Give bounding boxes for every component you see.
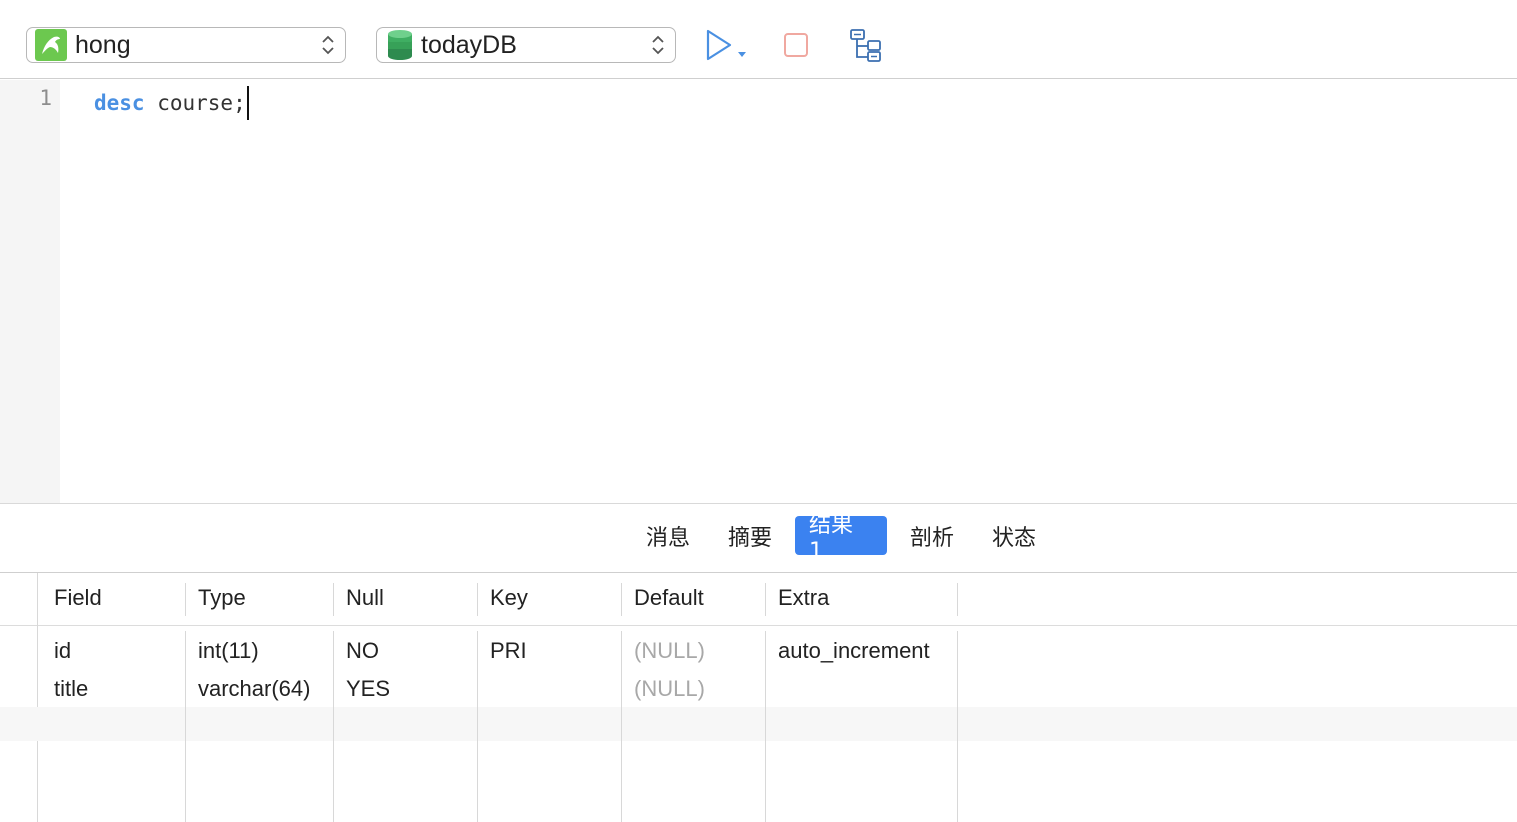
- column-header-type[interactable]: Type: [198, 585, 246, 611]
- cell-field[interactable]: title: [54, 676, 88, 702]
- column-line: [477, 631, 478, 822]
- column-header-field[interactable]: Field: [54, 585, 102, 611]
- cell-type[interactable]: int(11): [198, 638, 259, 664]
- column-divider[interactable]: [621, 583, 622, 616]
- select-arrows-icon: [652, 35, 664, 55]
- stop-icon: [784, 33, 808, 57]
- cell-type[interactable]: varchar(64): [198, 676, 310, 702]
- connection-select[interactable]: hong: [26, 27, 346, 63]
- column-header-key[interactable]: Key: [490, 585, 528, 611]
- column-header-null[interactable]: Null: [346, 585, 384, 611]
- cell-key[interactable]: PRI: [490, 638, 527, 664]
- code-line[interactable]: desc course;: [94, 86, 249, 120]
- tab-status[interactable]: 状态: [978, 516, 1050, 555]
- column-divider[interactable]: [333, 583, 334, 616]
- cell-null[interactable]: YES: [346, 676, 390, 702]
- cell-null[interactable]: NO: [346, 638, 379, 664]
- line-number: 1: [39, 86, 52, 110]
- column-line: [957, 631, 958, 822]
- sql-text: course;: [144, 91, 246, 115]
- column-divider[interactable]: [185, 583, 186, 616]
- cell-default[interactable]: (NULL): [634, 638, 705, 664]
- grid-header: Field Type Null Key Default Extra: [0, 573, 1517, 626]
- column-header-default[interactable]: Default: [634, 585, 704, 611]
- column-divider[interactable]: [957, 583, 958, 616]
- toolbar: hong todayDB: [0, 0, 1517, 79]
- database-select[interactable]: todayDB: [376, 27, 676, 63]
- explain-tree-icon: [850, 29, 881, 62]
- tab-summary[interactable]: 摘要: [714, 516, 786, 555]
- column-divider[interactable]: [477, 583, 478, 616]
- database-label: todayDB: [421, 30, 517, 59]
- database-icon: [388, 30, 412, 60]
- column-line: [621, 631, 622, 822]
- column-line: [185, 631, 186, 822]
- explain-button[interactable]: [846, 26, 886, 64]
- text-caret: [246, 86, 249, 120]
- stop-button[interactable]: [778, 26, 814, 64]
- select-arrows-icon: [322, 35, 334, 55]
- column-header-extra[interactable]: Extra: [778, 585, 829, 611]
- column-divider[interactable]: [765, 583, 766, 616]
- column-line: [333, 631, 334, 822]
- cell-extra[interactable]: auto_increment: [778, 638, 930, 664]
- result-tabs-bar: 消息 摘要 结果 1 剖析 状态: [0, 503, 1517, 573]
- sql-editor[interactable]: 1 desc course;: [0, 80, 1517, 503]
- cell-default[interactable]: (NULL): [634, 676, 705, 702]
- sql-keyword: desc: [94, 91, 145, 115]
- row-indicator-divider: [37, 573, 38, 822]
- play-icon: [706, 29, 746, 61]
- tab-profile[interactable]: 剖析: [896, 516, 968, 555]
- cell-field[interactable]: id: [54, 638, 71, 664]
- results-grid[interactable]: Field Type Null Key Default Extra id int…: [0, 573, 1517, 822]
- column-line: [765, 631, 766, 822]
- run-button[interactable]: [700, 26, 752, 64]
- line-number-gutter: 1: [0, 80, 60, 503]
- connection-label: hong: [75, 30, 131, 59]
- mysql-dolphin-icon: [35, 29, 67, 61]
- empty-row: [0, 707, 1517, 741]
- tab-result-1[interactable]: 结果 1: [795, 513, 887, 564]
- tab-messages[interactable]: 消息: [632, 516, 704, 555]
